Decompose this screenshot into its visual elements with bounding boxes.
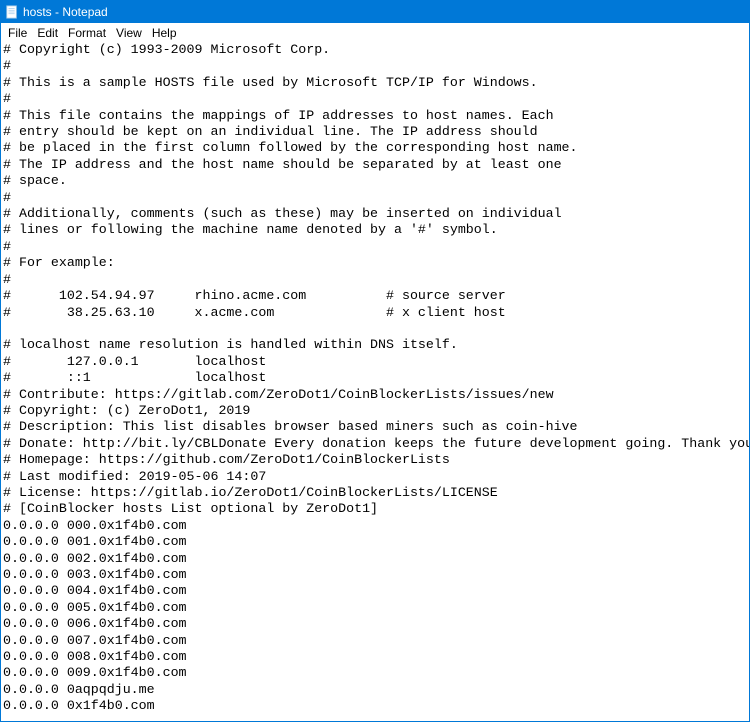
title-bar[interactable]: hosts - Notepad [1,1,749,23]
menu-bar: File Edit Format View Help [1,23,749,42]
window-title: hosts - Notepad [23,5,108,19]
menu-edit[interactable]: Edit [32,25,63,41]
notepad-icon [5,5,19,19]
menu-format[interactable]: Format [63,25,111,41]
text-content[interactable]: # Copyright (c) 1993-2009 Microsoft Corp… [1,42,749,715]
menu-view[interactable]: View [111,25,147,41]
menu-file[interactable]: File [3,25,32,41]
menu-help[interactable]: Help [147,25,182,41]
